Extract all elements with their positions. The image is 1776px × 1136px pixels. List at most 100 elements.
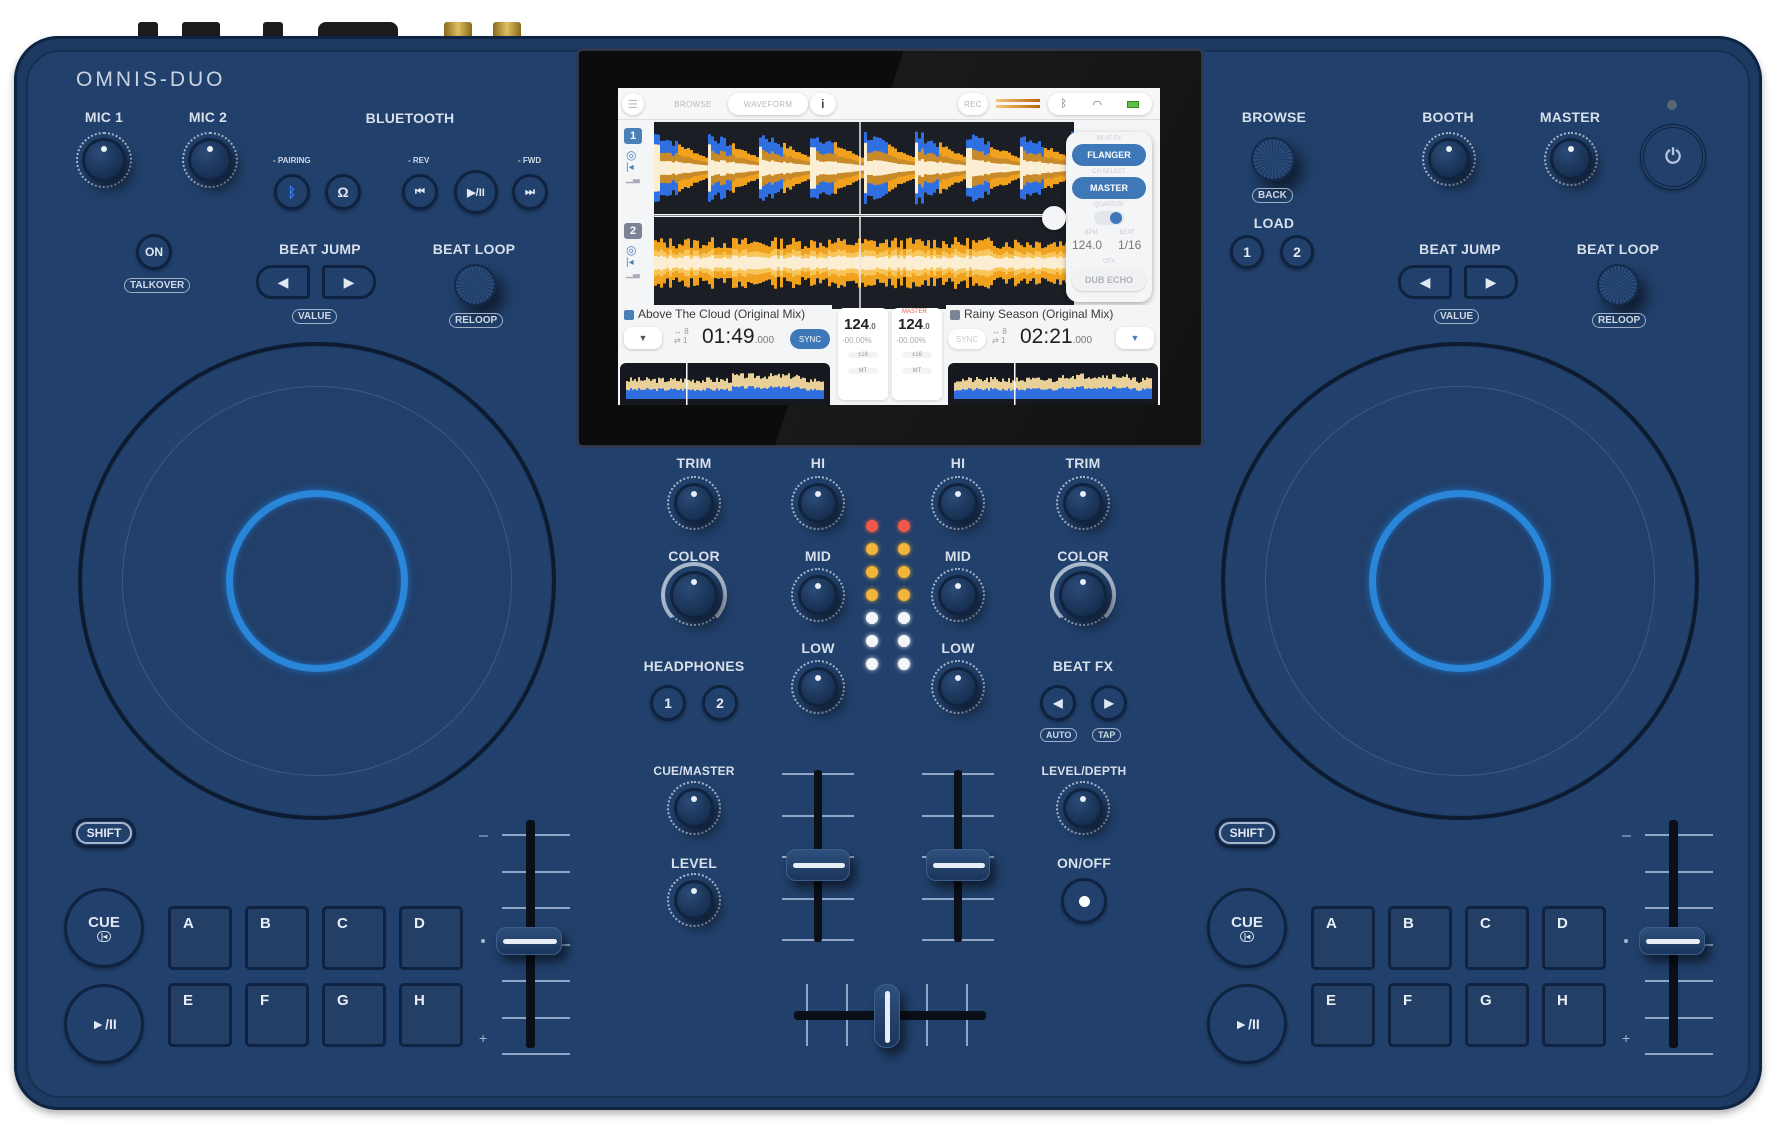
channel-fader-1[interactable] xyxy=(778,770,858,942)
left-beat-loop-encoder[interactable] xyxy=(454,264,496,306)
load-deck2-button[interactable]: 2 xyxy=(1280,235,1314,269)
info-button[interactable]: i xyxy=(810,93,836,115)
crossfader[interactable] xyxy=(790,980,990,1050)
right-beat-jump-back-button[interactable]: ◀ xyxy=(1398,265,1452,299)
menu-button[interactable]: ☰ xyxy=(622,93,644,115)
jog-mode-icon[interactable]: ◎ xyxy=(626,148,648,162)
left-jog-wheel[interactable] xyxy=(78,342,556,820)
master-range-button[interactable]: ±16 xyxy=(902,352,932,358)
cfx-select-button[interactable]: DUB ECHO xyxy=(1072,269,1146,291)
booth-knob[interactable] xyxy=(1428,138,1470,180)
performance-pad-d[interactable]: D xyxy=(1542,906,1606,970)
deck1-sync-button[interactable]: SYNC xyxy=(790,329,830,349)
performance-pad-c[interactable]: C xyxy=(1465,906,1529,970)
level-depth-knob[interactable] xyxy=(1063,788,1103,828)
performance-pad-g[interactable]: G xyxy=(1465,983,1529,1047)
cue-master-knob[interactable] xyxy=(674,788,714,828)
performance-pad-b[interactable]: B xyxy=(245,906,309,970)
bluetooth-pairing-button[interactable]: ᛒ xyxy=(274,174,310,210)
deck2-waveform[interactable] xyxy=(654,217,1074,309)
mid1-knob[interactable] xyxy=(798,575,838,615)
quantize-toggle[interactable] xyxy=(1094,211,1124,225)
channel-select-button[interactable]: MASTER xyxy=(1072,177,1146,199)
headphone-level-knob[interactable] xyxy=(674,880,714,920)
jog-mode-icon[interactable]: ◎ xyxy=(626,243,648,257)
deck1-range-button[interactable]: ±16 xyxy=(848,352,878,358)
talkover-on-button[interactable]: ON xyxy=(136,234,172,270)
left-tempo-fader[interactable] xyxy=(481,818,570,1055)
performance-pad-a[interactable]: A xyxy=(1311,906,1375,970)
right-beat-loop-encoder[interactable] xyxy=(1597,264,1639,306)
left-cue-button[interactable]: CUE |◂ xyxy=(64,888,144,968)
headphone-cue-1-button[interactable]: 1 xyxy=(650,685,686,721)
low1-knob[interactable] xyxy=(798,667,838,707)
performance-pad-a[interactable]: A xyxy=(168,906,232,970)
cue-icon[interactable]: |◂ xyxy=(626,257,648,268)
fader-cap[interactable] xyxy=(926,849,990,881)
hi1-knob[interactable] xyxy=(798,483,838,523)
headphone-cue-2-button[interactable]: 2 xyxy=(702,685,738,721)
power-button[interactable]: ⏻ xyxy=(1640,124,1706,190)
mic1-knob[interactable] xyxy=(82,138,126,182)
deck2-sync-button[interactable]: SYNC xyxy=(948,329,986,349)
low2-knob[interactable] xyxy=(938,667,978,707)
color1-knob[interactable] xyxy=(670,571,718,619)
bt-rev-button[interactable]: ⏮ xyxy=(402,174,438,210)
mic2-knob[interactable] xyxy=(188,138,232,182)
deck1-mt-button[interactable]: MT xyxy=(848,368,878,374)
performance-pad-h[interactable]: H xyxy=(399,983,463,1047)
right-play-pause-button[interactable]: ►/II xyxy=(1207,984,1287,1064)
beat-fx-next-button[interactable]: ▶ xyxy=(1091,685,1127,721)
deck1-menu-dropdown[interactable]: ▼ xyxy=(624,327,662,349)
master-mt-button[interactable]: MT xyxy=(902,368,932,374)
beat-fx-prev-button[interactable]: ◀ xyxy=(1040,685,1076,721)
right-cue-button[interactable]: CUE |◂ xyxy=(1207,888,1287,968)
left-shift-button[interactable]: SHIFT xyxy=(72,818,136,848)
tempo-fader-cap[interactable] xyxy=(496,927,562,955)
crossfader-cap[interactable] xyxy=(874,984,900,1048)
right-jog-wheel[interactable] xyxy=(1221,342,1699,820)
tab-waveform[interactable]: WAVEFORM xyxy=(728,93,808,115)
bt-play-pause-button[interactable]: ▶/II xyxy=(454,170,498,214)
deck2-menu-dropdown[interactable]: ▼ xyxy=(1116,327,1154,349)
performance-pad-e[interactable]: E xyxy=(168,983,232,1047)
performance-pad-h[interactable]: H xyxy=(1542,983,1606,1047)
hi2-knob[interactable] xyxy=(938,483,978,523)
performance-pad-g[interactable]: G xyxy=(322,983,386,1047)
performance-pad-f[interactable]: F xyxy=(1388,983,1452,1047)
right-beat-jump-forward-button[interactable]: ▶ xyxy=(1464,265,1518,299)
headphone-button[interactable]: Ω xyxy=(325,174,361,210)
master-knob[interactable] xyxy=(1550,138,1592,180)
fx-panel-handle[interactable] xyxy=(1042,206,1066,230)
load-deck1-button[interactable]: 1 xyxy=(1230,235,1264,269)
performance-pad-f[interactable]: F xyxy=(245,983,309,1047)
performance-pad-e[interactable]: E xyxy=(1311,983,1375,1047)
performance-pad-b[interactable]: B xyxy=(1388,906,1452,970)
browse-encoder[interactable] xyxy=(1251,137,1295,181)
rec-button[interactable]: REC xyxy=(958,93,988,115)
waveform-zoom-icon[interactable]: ▁▃ xyxy=(626,173,648,184)
bt-fwd-button[interactable]: ⏭ xyxy=(512,174,548,210)
tempo-fader-cap[interactable] xyxy=(1639,927,1705,955)
tab-browse[interactable]: BROWSE xyxy=(658,93,728,115)
trim2-knob[interactable] xyxy=(1063,483,1103,523)
touch-display[interactable]: ☰ BROWSE WAVEFORM i REC ᛒ ◠ 1 ◎ |◂ ▁▃ 2 … xyxy=(618,88,1160,405)
left-beat-jump-forward-button[interactable]: ▶ xyxy=(322,265,376,299)
deck1-overview-waveform[interactable] xyxy=(620,363,830,405)
color2-knob[interactable] xyxy=(1059,571,1107,619)
performance-pad-d[interactable]: D xyxy=(399,906,463,970)
deck2-overview-waveform[interactable] xyxy=(948,363,1158,405)
left-beat-jump-back-button[interactable]: ◀ xyxy=(256,265,310,299)
right-tempo-fader[interactable] xyxy=(1624,818,1713,1055)
deck1-waveform[interactable] xyxy=(654,122,1074,214)
mid2-knob[interactable] xyxy=(938,575,978,615)
trim1-knob[interactable] xyxy=(674,483,714,523)
waveform-zoom-icon[interactable]: ▁▃ xyxy=(626,268,648,279)
left-play-pause-button[interactable]: ►/II xyxy=(64,984,144,1064)
cue-icon[interactable]: |◂ xyxy=(626,162,648,173)
fader-cap[interactable] xyxy=(786,849,850,881)
right-shift-button[interactable]: SHIFT xyxy=(1215,818,1279,848)
performance-pad-c[interactable]: C xyxy=(322,906,386,970)
fx-select-button[interactable]: FLANGER xyxy=(1072,144,1146,166)
beat-fx-on-off-button[interactable] xyxy=(1061,878,1107,924)
